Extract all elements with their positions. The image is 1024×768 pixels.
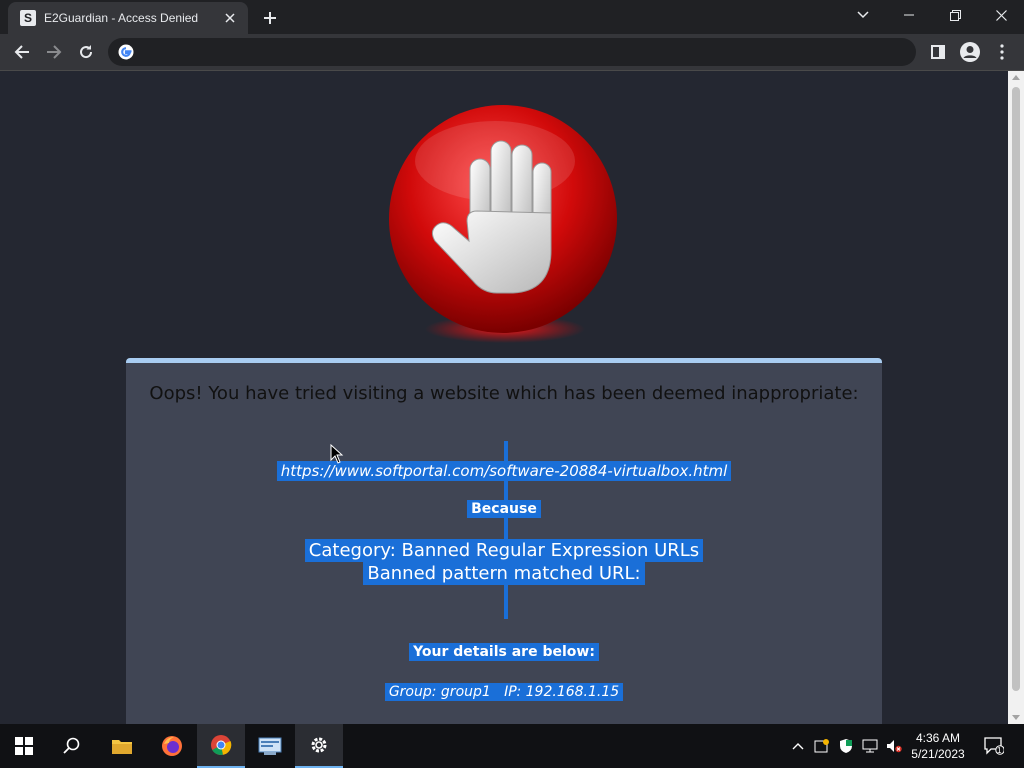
tab-search-icon[interactable] xyxy=(840,0,886,30)
address-bar[interactable] xyxy=(108,38,916,66)
access-denied-panel: Oops! You have tried visiting a website … xyxy=(126,358,882,724)
page-content: Oops! You have tried visiting a website … xyxy=(0,71,1008,724)
notification-center-icon[interactable]: 1 xyxy=(984,737,1004,755)
restore-button[interactable] xyxy=(932,0,978,30)
details-label: Your details are below: xyxy=(409,643,599,661)
blocked-url: https://www.softportal.com/software-2088… xyxy=(276,461,732,481)
minimize-button[interactable] xyxy=(886,0,932,30)
taskbar: 4:36 AM 5/21/2023 1 xyxy=(0,724,1024,768)
tab-title: E2Guardian - Access Denied xyxy=(44,11,199,25)
system-clock[interactable]: 4:36 AM 5/21/2023 xyxy=(902,730,974,762)
clock-time: 4:36 AM xyxy=(915,731,961,745)
stop-hand-icon xyxy=(389,105,617,343)
vertical-scrollbar[interactable] xyxy=(1008,71,1024,724)
clock-date: 5/21/2023 xyxy=(911,747,965,761)
volume-muted-icon[interactable] xyxy=(886,738,902,754)
show-hidden-icons-chevron-icon[interactable] xyxy=(790,738,806,754)
group-ip-info: Group: group1 IP: 192.168.1.15 xyxy=(384,683,624,701)
scrollbar-thumb[interactable] xyxy=(1012,87,1020,691)
close-window-button[interactable] xyxy=(978,0,1024,30)
firefox-icon[interactable] xyxy=(148,724,196,768)
site-favicon: S xyxy=(20,10,36,26)
menu-kebab-icon[interactable] xyxy=(988,38,1016,66)
title-bar: S E2Guardian - Access Denied xyxy=(0,0,1024,34)
network-icon[interactable] xyxy=(862,738,878,754)
block-pattern: Banned pattern matched URL: xyxy=(363,562,645,585)
tray-app-icon[interactable] xyxy=(814,738,830,754)
active-tab[interactable]: S E2Guardian - Access Denied xyxy=(8,2,248,34)
mouse-cursor-icon xyxy=(330,444,344,464)
search-icon[interactable] xyxy=(48,724,96,768)
block-category: Category: Banned Regular Expression URLs xyxy=(304,539,704,562)
notification-count: 1 xyxy=(997,746,1002,755)
new-tab-button[interactable] xyxy=(258,7,282,29)
settings-icon[interactable] xyxy=(295,724,343,768)
chrome-icon[interactable] xyxy=(197,724,245,768)
browser-toolbar xyxy=(0,34,1024,71)
forward-button[interactable] xyxy=(40,38,68,66)
back-button[interactable] xyxy=(8,38,36,66)
defender-shield-icon[interactable] xyxy=(838,738,854,754)
denied-message: Oops! You have tried visiting a website … xyxy=(149,383,859,404)
tab-close-icon[interactable] xyxy=(222,10,238,26)
control-panel-icon[interactable] xyxy=(246,724,294,768)
windows-start-icon[interactable] xyxy=(0,724,48,768)
scroll-up-icon[interactable] xyxy=(1012,75,1020,80)
scroll-down-icon[interactable] xyxy=(1012,715,1020,720)
because-label: Because xyxy=(467,500,541,518)
reload-button[interactable] xyxy=(72,38,100,66)
google-icon xyxy=(118,44,134,60)
file-explorer-icon[interactable] xyxy=(98,724,146,768)
side-panel-icon[interactable] xyxy=(924,38,952,66)
profile-icon[interactable] xyxy=(956,38,984,66)
